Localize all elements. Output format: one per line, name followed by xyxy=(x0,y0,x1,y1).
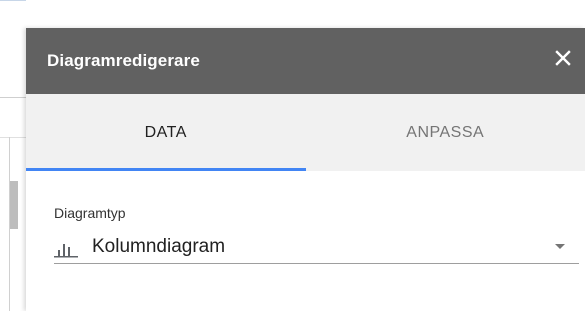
tab-bar: DATA ANPASSA xyxy=(26,94,585,171)
chart-type-label: Diagramtyp xyxy=(54,205,126,221)
chart-editor-panel: Diagramredigerare DATA ANPASSA Diagramty… xyxy=(26,28,585,311)
tab-data[interactable]: DATA xyxy=(26,94,306,171)
column-chart-icon xyxy=(54,236,80,258)
tab-label: DATA xyxy=(144,123,187,141)
panel-header: Diagramredigerare xyxy=(26,28,585,94)
scrollbar-thumb[interactable] xyxy=(10,181,18,229)
dropdown-arrow-icon xyxy=(555,244,565,249)
grid-line xyxy=(0,137,26,138)
spreadsheet-edge xyxy=(0,0,26,311)
chart-type-select[interactable]: Kolumndiagram xyxy=(54,231,579,264)
tab-anpassa[interactable]: ANPASSA xyxy=(306,94,585,171)
page: Diagramredigerare DATA ANPASSA Diagramty… xyxy=(0,0,585,311)
grid-line xyxy=(0,97,26,98)
close-icon xyxy=(555,49,571,71)
chart-type-value: Kolumndiagram xyxy=(92,236,226,257)
close-button[interactable] xyxy=(549,46,577,74)
panel-title: Diagramredigerare xyxy=(47,51,200,70)
tab-label: ANPASSA xyxy=(406,123,485,141)
chart-type-section: Diagramtyp Kolumndiagram xyxy=(26,171,585,264)
